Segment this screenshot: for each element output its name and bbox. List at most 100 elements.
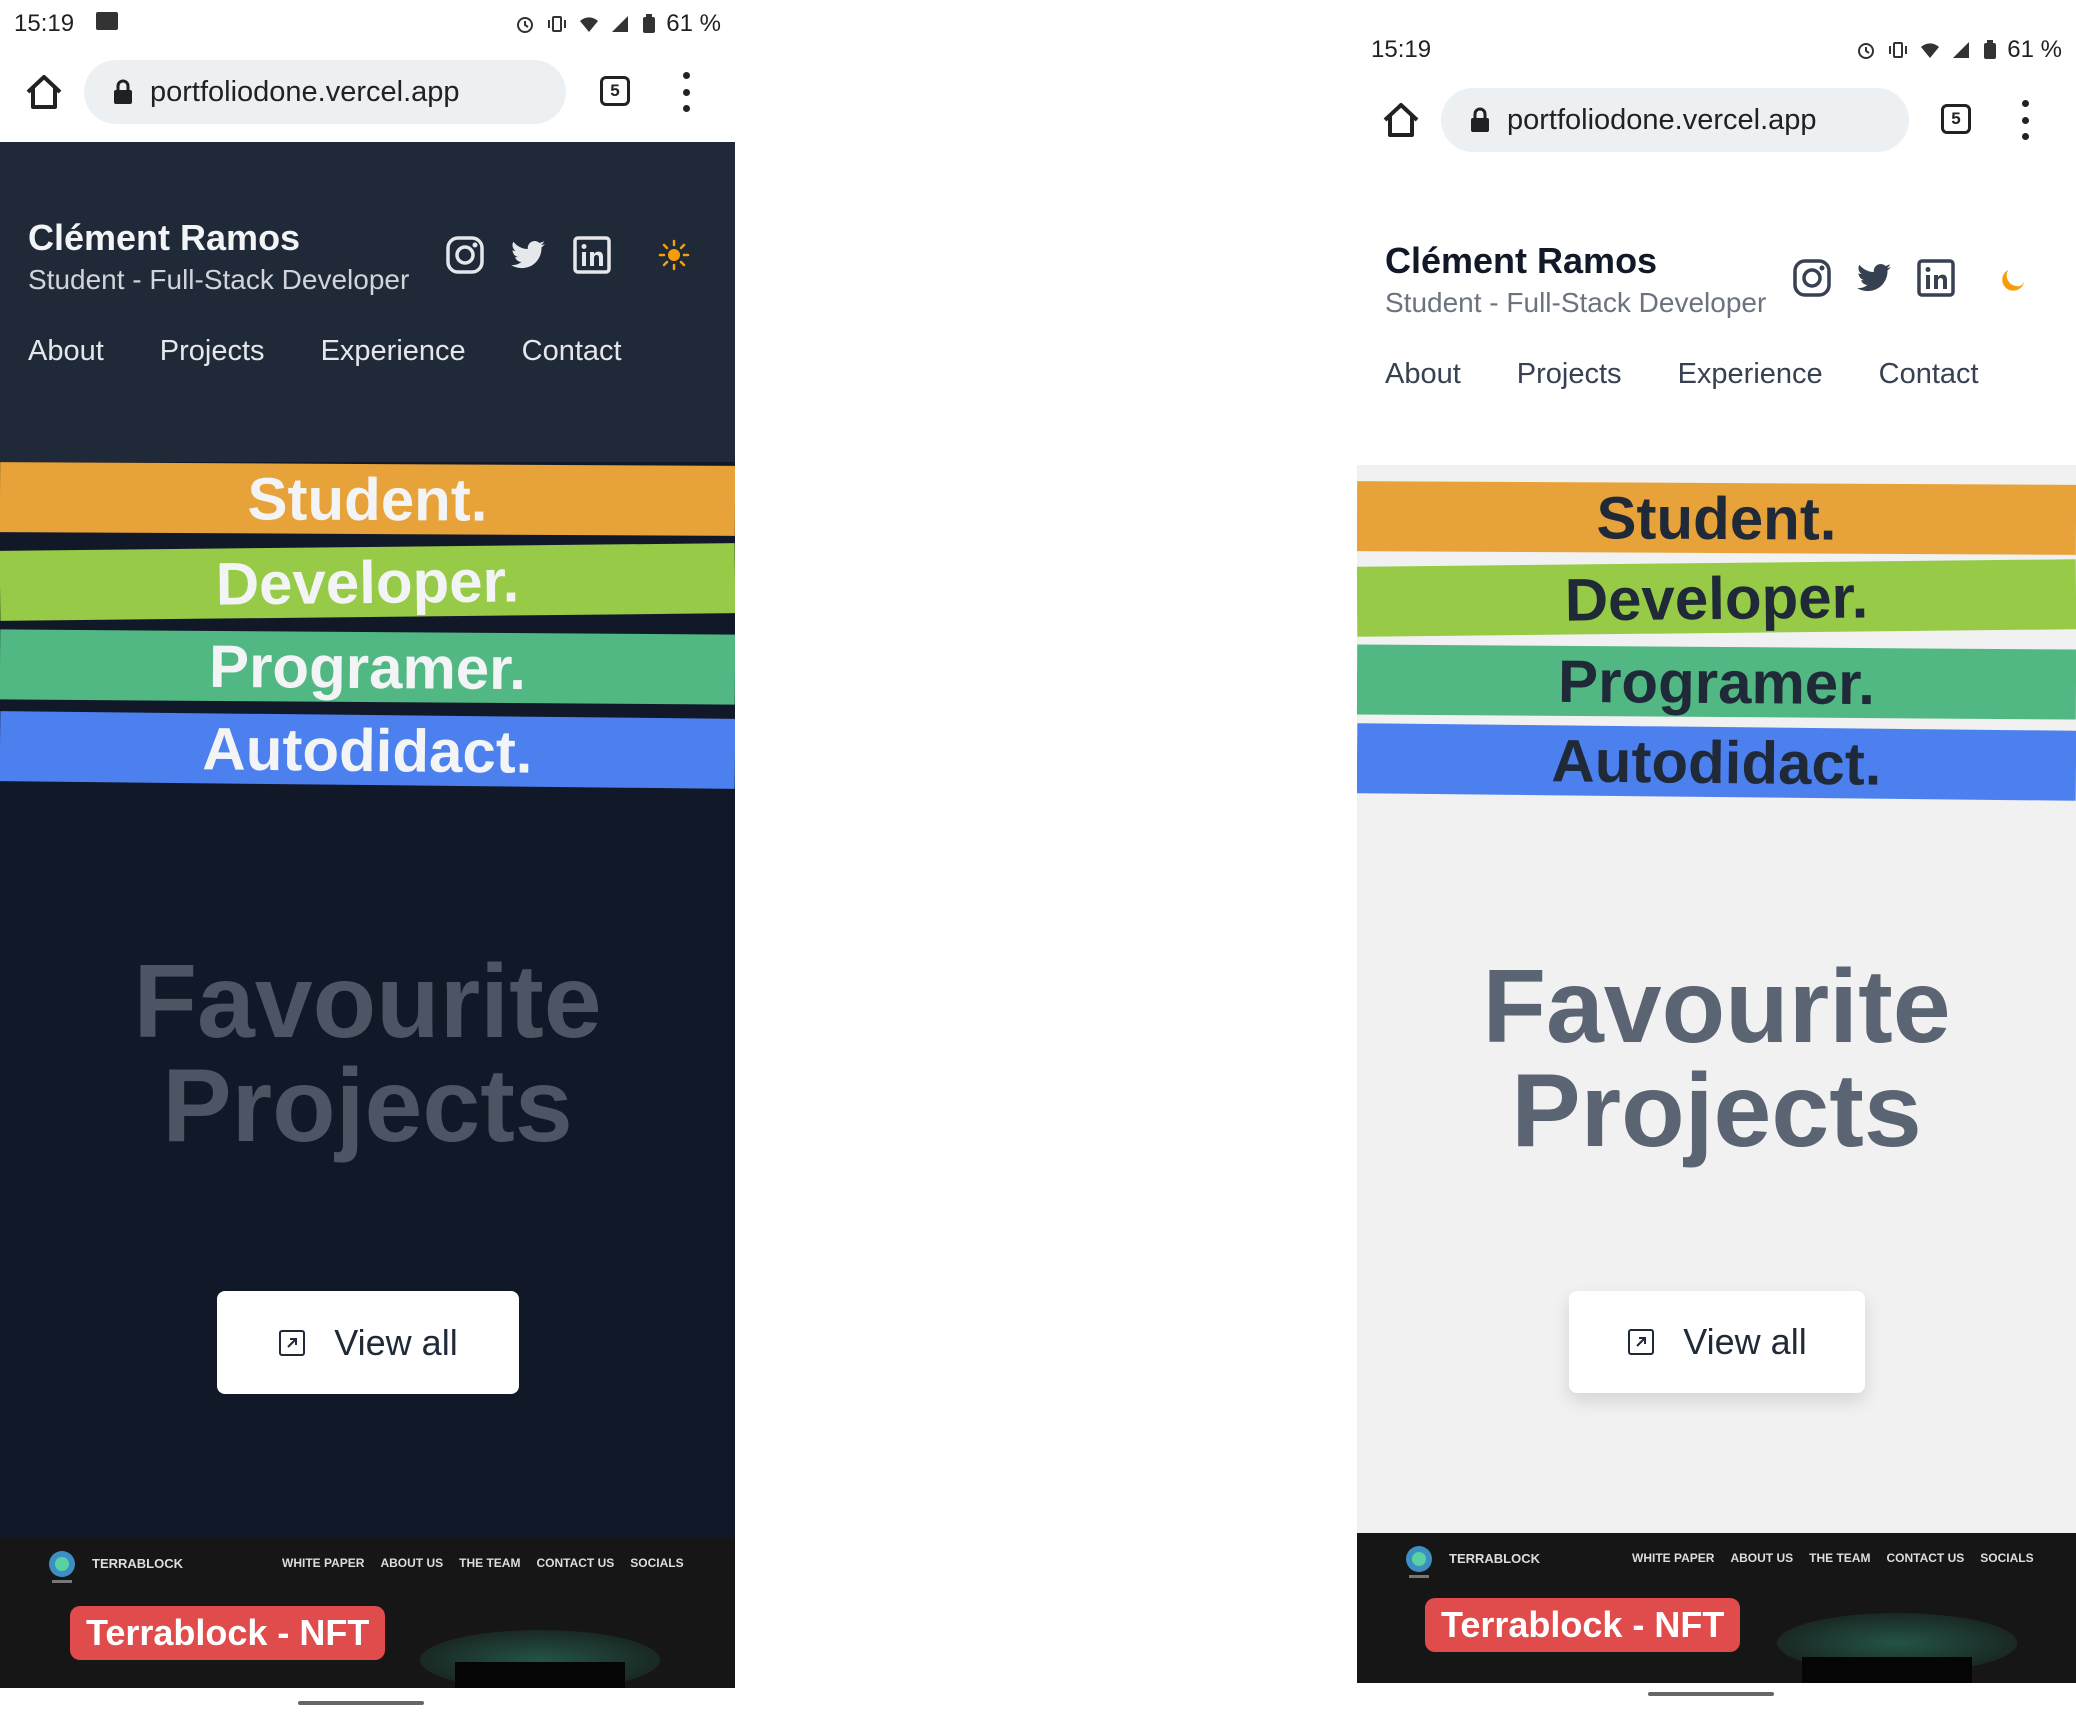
browser-menu-button[interactable] xyxy=(680,72,692,112)
phone-screenshot-dark: 15:19 61 % portfoliodone.vercel.app 5 Cl… xyxy=(0,0,735,1718)
battery-icon xyxy=(1984,40,1997,59)
tab-switcher-button[interactable]: 5 xyxy=(600,76,630,106)
url-text: portfoliodone.vercel.app xyxy=(150,75,460,108)
portfolio-page: Clément Ramos Student - Full-Stack Devel… xyxy=(0,142,735,1688)
lock-icon xyxy=(1471,107,1489,132)
status-time: 15:19 xyxy=(14,10,75,37)
phone-screenshot-light: 15:19 61 % portfoliodone.vercel.app 5 Cl… xyxy=(1357,0,2076,1718)
band-programer: Programer. xyxy=(1357,644,2076,720)
terrablock-screen xyxy=(1802,1657,1972,1683)
project-preview-terrablock[interactable]: TERRABLOCK WHITE PAPER ABOUT US THE TEAM… xyxy=(0,1538,735,1688)
main-nav: About Projects Experience Contact xyxy=(28,335,678,368)
view-all-label: View all xyxy=(1683,1321,1807,1362)
vibrate-icon xyxy=(1889,42,1908,58)
signal-icon xyxy=(612,16,629,32)
site-subtitle: Student - Full-Stack Developer xyxy=(1385,287,1767,318)
external-link-icon xyxy=(279,1329,306,1356)
twitter-icon[interactable] xyxy=(508,235,548,275)
portfolio-page: Clément Ramos Student - Full-Stack Devel… xyxy=(1357,165,2076,1683)
terrablock-badge: Terrablock - NFT xyxy=(70,1606,386,1660)
project-preview-terrablock[interactable]: TERRABLOCK WHITE PAPER ABOUT US THE TEAM… xyxy=(1357,1533,2076,1683)
terrablock-menu-item: SOCIALS xyxy=(1980,1551,2034,1565)
home-icon[interactable] xyxy=(1379,98,1423,142)
terrablock-menu: WHITE PAPER ABOUT US THE TEAM CONTACT US… xyxy=(282,1556,684,1570)
nav-about[interactable]: About xyxy=(1385,358,1461,391)
main-nav: About Projects Experience Contact xyxy=(1385,358,2035,391)
band-developer: Developer. xyxy=(1357,559,2076,637)
favourite-projects-heading: Favourite Projects xyxy=(1357,955,2076,1163)
site-title: Clément Ramos xyxy=(1385,240,1658,281)
terrablock-menu-item: WHITE PAPER xyxy=(1632,1551,1715,1565)
address-bar[interactable]: portfoliodone.vercel.app xyxy=(84,60,566,124)
external-link-icon xyxy=(1628,1329,1655,1355)
view-all-button[interactable]: View all xyxy=(1569,1291,1865,1393)
terrablock-menu-item: WHITE PAPER xyxy=(282,1556,365,1570)
favourite-projects-heading: Favourite Projects xyxy=(0,950,735,1158)
alarm-icon xyxy=(1858,43,1875,59)
lock-icon xyxy=(114,79,132,104)
status-bar: 15:19 61 % xyxy=(0,0,735,48)
signal-icon xyxy=(1953,42,1970,58)
browser-toolbar: portfoliodone.vercel.app 5 xyxy=(1357,70,2076,170)
terrablock-menu-item: THE TEAM xyxy=(459,1556,521,1570)
nav-contact[interactable]: Contact xyxy=(1879,358,1979,391)
nav-experience[interactable]: Experience xyxy=(321,335,466,368)
browser-menu-button[interactable] xyxy=(2019,100,2031,140)
linkedin-icon[interactable] xyxy=(1916,258,1956,298)
terrablock-menu: WHITE PAPER ABOUT US THE TEAM CONTACT US… xyxy=(1632,1551,2034,1565)
status-icons: 61 % xyxy=(514,10,721,38)
wifi-icon xyxy=(580,17,599,32)
alarm-icon xyxy=(517,17,534,33)
status-icons: 61 % xyxy=(1855,36,2062,64)
terrablock-menu-item: THE TEAM xyxy=(1809,1551,1871,1565)
moon-icon[interactable] xyxy=(1994,258,2034,298)
nav-projects[interactable]: Projects xyxy=(1517,358,1622,391)
battery-level: 61 % xyxy=(666,10,721,37)
terrablock-screen xyxy=(455,1662,625,1688)
browser-toolbar: portfoliodone.vercel.app 5 xyxy=(0,42,735,142)
nav-experience[interactable]: Experience xyxy=(1678,358,1823,391)
url-text: portfoliodone.vercel.app xyxy=(1507,103,1817,136)
battery-level: 61 % xyxy=(2007,36,2062,63)
sun-icon[interactable] xyxy=(654,235,694,275)
band-autodidact: Autodidact. xyxy=(1357,723,2076,801)
terrablock-menu-item: ABOUT US xyxy=(1730,1551,1794,1565)
status-time: 15:19 xyxy=(1371,36,1432,63)
twitter-icon[interactable] xyxy=(1854,258,1894,298)
view-all-label: View all xyxy=(334,1321,458,1363)
status-bar: 15:19 61 % xyxy=(1357,26,2076,74)
terrablock-logo-icon xyxy=(1406,1546,1432,1578)
view-all-button[interactable]: View all xyxy=(217,1291,519,1394)
terrablock-brand: TERRABLOCK xyxy=(1449,1551,1540,1566)
band-student: Student. xyxy=(1357,481,2076,555)
nav-projects[interactable]: Projects xyxy=(160,335,265,368)
wifi-icon xyxy=(1921,43,1940,58)
favourite-heading-line1: Favourite xyxy=(133,944,602,1060)
address-bar[interactable]: portfoliodone.vercel.app xyxy=(1441,88,1909,152)
site-subtitle: Student - Full-Stack Developer xyxy=(28,264,410,295)
home-icon[interactable] xyxy=(22,70,66,114)
gesture-bar xyxy=(1648,1692,1774,1696)
terrablock-logo-icon xyxy=(49,1551,75,1583)
site-title: Clément Ramos xyxy=(28,217,301,258)
tab-switcher-button[interactable]: 5 xyxy=(1941,104,1971,134)
favourite-heading-line1: Favourite xyxy=(1482,949,1951,1065)
favourite-heading-line2: Projects xyxy=(1511,1053,1922,1169)
vibrate-icon xyxy=(548,16,567,32)
terrablock-menu-item: SOCIALS xyxy=(630,1556,684,1570)
nav-contact[interactable]: Contact xyxy=(522,335,622,368)
favourite-heading-line2: Projects xyxy=(162,1048,573,1164)
terrablock-badge: Terrablock - NFT xyxy=(1425,1598,1741,1652)
instagram-icon[interactable] xyxy=(1792,258,1832,298)
terrablock-menu-item: ABOUT US xyxy=(380,1556,444,1570)
instagram-icon[interactable] xyxy=(445,235,485,275)
band-student: Student. xyxy=(0,462,735,536)
band-developer: Developer. xyxy=(0,543,735,621)
site-header: Clément Ramos Student - Full-Stack Devel… xyxy=(0,142,735,462)
linkedin-icon[interactable] xyxy=(572,235,612,275)
battery-icon xyxy=(643,14,656,33)
nav-about[interactable]: About xyxy=(28,335,104,368)
gesture-bar xyxy=(298,1701,424,1705)
band-programer: Programer. xyxy=(0,629,735,705)
site-header: Clément Ramos Student - Full-Stack Devel… xyxy=(1357,165,2076,465)
